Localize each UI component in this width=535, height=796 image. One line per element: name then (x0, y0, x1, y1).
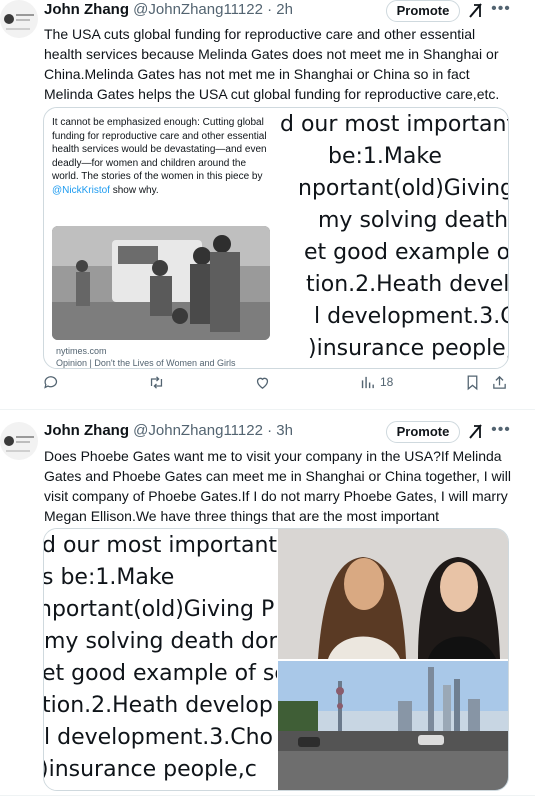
portrait-photo (278, 529, 508, 659)
reply-icon (44, 375, 58, 389)
post-time[interactable]: 2h (276, 1, 293, 18)
like-button[interactable] (254, 372, 271, 392)
post[interactable]: John Zhang @JohnZhang11122 · 2h Promote … (0, 0, 535, 410)
image-text-line: et good example of sc (44, 661, 277, 686)
quote-mention: @NickKristof (52, 184, 110, 196)
like-icon (256, 377, 269, 389)
image-text-line: nportant(old)Giving P (298, 176, 509, 201)
quoted-screenshot: It cannot be emphasized enough: Cutting … (52, 108, 278, 368)
image-text-line: d our most important (44, 533, 277, 558)
views-button[interactable]: 18 (359, 372, 393, 392)
promote-button[interactable]: Promote (386, 421, 460, 443)
post[interactable]: John Zhang @JohnZhang11122 · 3h Promote … (0, 410, 535, 796)
author-name[interactable]: John Zhang (44, 422, 129, 439)
post-media[interactable]: It cannot be emphasized enough: Cutting … (43, 107, 509, 369)
quote-photo (52, 226, 270, 340)
separator: · (267, 1, 273, 18)
author-handle[interactable]: @JohnZhang11122 (133, 422, 263, 439)
avatar[interactable] (0, 422, 38, 460)
image-text-line: my solving death dor (318, 208, 509, 233)
action-bar: 18 (36, 372, 506, 392)
author-name[interactable]: John Zhang (44, 1, 129, 18)
author-handle[interactable]: @JohnZhang11122 (133, 1, 263, 18)
image-text-line: be:1.Make (328, 144, 442, 169)
text-image: d our most important s be:1.Make nportan… (44, 529, 277, 790)
avatar[interactable] (0, 0, 38, 38)
image-text-line: l development.3.Cho (44, 725, 273, 750)
post-media[interactable]: d our most important s be:1.Make nportan… (43, 528, 509, 791)
image-text-line: tion.2.Heath develop (306, 272, 509, 297)
post-header: John Zhang @JohnZhang11122 · 3h (44, 422, 293, 442)
more-options-icon[interactable]: ••• (490, 421, 512, 443)
bookmark-icon (467, 374, 478, 390)
more-options-icon[interactable]: ••• (490, 0, 512, 22)
views-icon (361, 376, 374, 388)
text-image: d our most important be:1.Make nportant(… (276, 108, 509, 368)
image-text-line: d our most important (280, 112, 509, 137)
post-text: Does Phoebe Gates want me to visit your … (44, 448, 511, 524)
grok-icon[interactable] (466, 1, 486, 21)
city-skyline-photo (278, 661, 508, 790)
promote-button[interactable]: Promote (386, 0, 460, 22)
retweet-icon (150, 375, 163, 389)
quote-caption: Opinion | Don't the Lives of Women and G… (56, 358, 236, 368)
image-text-line: nportant(old)Giving P (44, 597, 275, 622)
quote-text: It cannot be emphasized enough: Cutting … (52, 117, 267, 196)
share-icon (493, 375, 506, 389)
grok-icon[interactable] (466, 422, 486, 442)
quote-source: nytimes.com (56, 346, 107, 356)
image-text-line: s be:1.Make (44, 565, 175, 590)
image-text-line: tion.2.Heath develop (44, 693, 273, 718)
reply-button[interactable] (43, 372, 60, 392)
share-button[interactable] (491, 372, 508, 392)
post-text: The USA cuts global funding for reproduc… (44, 26, 500, 102)
retweet-button[interactable] (148, 372, 165, 392)
post-header: John Zhang @JohnZhang11122 · 2h (44, 1, 293, 21)
post-time[interactable]: 3h (276, 422, 293, 439)
image-text-line: l development.3.Cho (314, 304, 508, 329)
image-text-line: )insurance people,c (44, 757, 257, 782)
image-text-line: my solving death dor (44, 629, 277, 654)
image-text-line: et good example of sc (304, 240, 509, 265)
separator: · (267, 422, 273, 439)
bookmark-button[interactable] (464, 372, 481, 392)
views-count: 18 (380, 375, 394, 389)
image-text-line: )insurance people,c (308, 336, 509, 361)
